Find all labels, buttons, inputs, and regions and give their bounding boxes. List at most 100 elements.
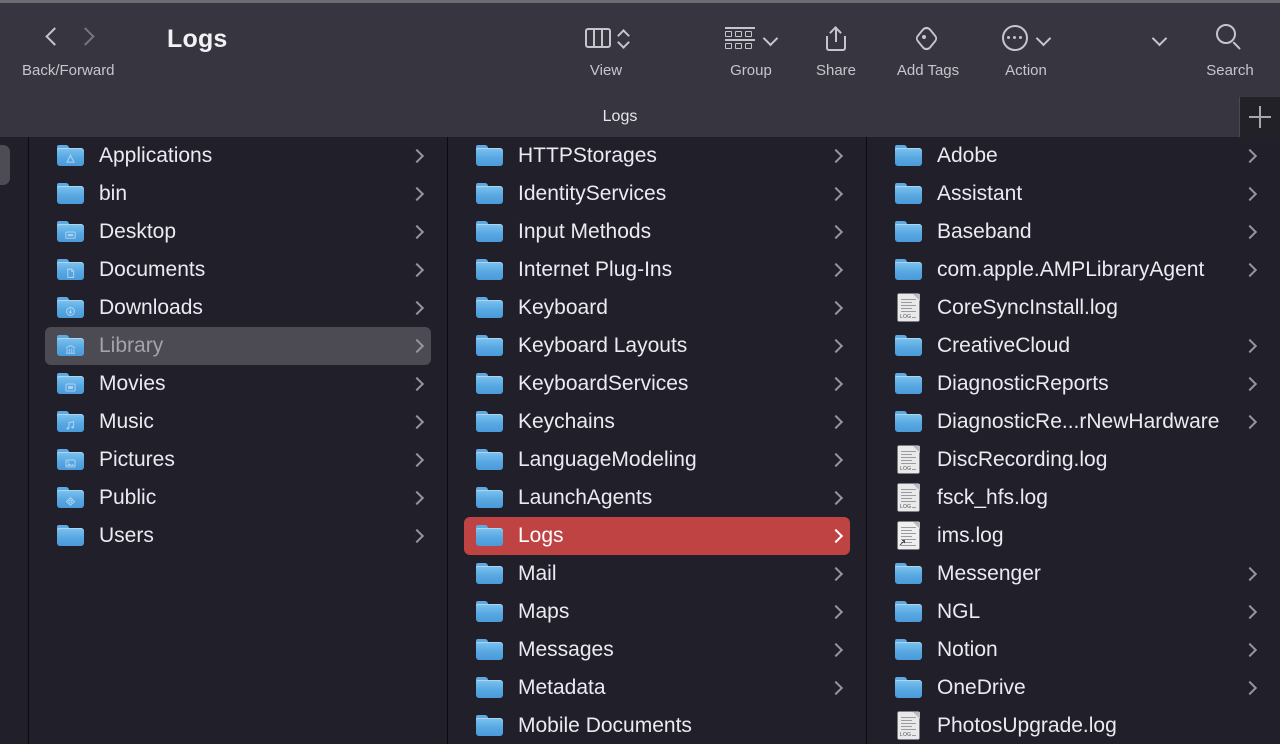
- finder-row[interactable]: LOG PhotosUpgrade.log: [883, 707, 1264, 744]
- column-view-icon: [584, 28, 611, 48]
- finder-row[interactable]: Messenger: [883, 555, 1264, 593]
- folder-icon: [57, 145, 85, 167]
- finder-row[interactable]: KeyboardServices: [464, 365, 850, 403]
- finder-row[interactable]: Maps: [464, 593, 850, 631]
- finder-row[interactable]: Pictures: [45, 441, 431, 479]
- finder-row-label: Music: [99, 410, 154, 433]
- finder-row-label: PhotosUpgrade.log: [937, 714, 1117, 737]
- folder-icon: [476, 677, 504, 699]
- chevron-right-icon: [831, 415, 840, 429]
- finder-row[interactable]: Mobile Documents: [464, 707, 850, 744]
- finder-row-label: Downloads: [99, 296, 203, 319]
- overflow-menu-button[interactable]: [1142, 15, 1178, 61]
- up-down-chevron-icon[interactable]: [619, 29, 628, 47]
- finder-row[interactable]: Library: [45, 327, 431, 365]
- share-button[interactable]: Share: [797, 15, 875, 79]
- chevron-right-icon: [1245, 377, 1254, 391]
- finder-row[interactable]: Messages: [464, 631, 850, 669]
- finder-row[interactable]: OneDrive: [883, 669, 1264, 707]
- finder-row[interactable]: Logs: [464, 517, 850, 555]
- finder-row[interactable]: Keyboard Layouts: [464, 327, 850, 365]
- group-label: Group: [730, 62, 772, 79]
- finder-row-label: Public: [99, 486, 157, 509]
- finder-row[interactable]: Public: [45, 479, 431, 517]
- finder-row[interactable]: DiagnosticReports: [883, 365, 1264, 403]
- view-button[interactable]: View: [560, 15, 652, 79]
- finder-row[interactable]: ↗ ims.log: [883, 517, 1264, 555]
- finder-column-3: Adobe Assistant Baseband com.apple.AMPLibra…: [867, 137, 1280, 744]
- finder-row[interactable]: Keyboard: [464, 289, 850, 327]
- finder-row[interactable]: IdentityServices: [464, 175, 850, 213]
- forward-icon[interactable]: [78, 27, 91, 49]
- folder-icon: [476, 525, 504, 547]
- add-tags-button[interactable]: Add Tags: [872, 15, 984, 79]
- folder-icon: [57, 221, 85, 243]
- new-tab-button[interactable]: [1240, 97, 1280, 137]
- finder-row-label: DiagnosticRe...rNewHardware: [937, 410, 1220, 433]
- chevron-right-icon: [1245, 187, 1254, 201]
- chevron-right-icon: [831, 605, 840, 619]
- chevron-right-icon: [1245, 415, 1254, 429]
- folder-icon: [476, 639, 504, 661]
- chevron-right-icon: [1245, 225, 1254, 239]
- folder-icon: [57, 297, 85, 319]
- finder-row[interactable]: Input Methods: [464, 213, 850, 251]
- finder-row[interactable]: Adobe: [883, 137, 1264, 175]
- finder-row[interactable]: Mail: [464, 555, 850, 593]
- finder-row[interactable]: LOG DiscRecording.log: [883, 441, 1264, 479]
- finder-row[interactable]: Music: [45, 403, 431, 441]
- log-file-icon: LOG: [897, 294, 921, 322]
- finder-row[interactable]: LOG CoreSyncInstall.log: [883, 289, 1264, 327]
- column-browser: Applications bin Desktop Documents Downloads…: [0, 137, 1280, 744]
- finder-column-1: Applications bin Desktop Documents Downloads…: [29, 137, 447, 744]
- folder-icon: [476, 563, 504, 585]
- search-button[interactable]: Search: [1184, 15, 1276, 79]
- chevron-down-icon[interactable]: [764, 33, 778, 43]
- chevron-right-icon: [831, 225, 840, 239]
- finder-row[interactable]: HTTPStorages: [464, 137, 850, 175]
- chevron-right-icon: [412, 415, 421, 429]
- folder-icon: [57, 259, 85, 281]
- finder-row[interactable]: LaunchAgents: [464, 479, 850, 517]
- finder-row[interactable]: Downloads: [45, 289, 431, 327]
- folder-icon: [57, 411, 85, 433]
- back-forward-control[interactable]: Back/Forward: [22, 15, 115, 79]
- tab-logs[interactable]: Logs: [0, 97, 1240, 137]
- chevron-down-icon[interactable]: [1153, 33, 1167, 43]
- finder-row[interactable]: Movies: [45, 365, 431, 403]
- finder-row[interactable]: Internet Plug-Ins: [464, 251, 850, 289]
- finder-row[interactable]: Keychains: [464, 403, 850, 441]
- folder-icon: [476, 487, 504, 509]
- finder-row[interactable]: Applications: [45, 137, 431, 175]
- action-label: Action: [1005, 62, 1047, 79]
- back-icon[interactable]: [45, 27, 58, 49]
- finder-row[interactable]: CreativeCloud: [883, 327, 1264, 365]
- chevron-down-icon[interactable]: [1037, 33, 1051, 43]
- folder-icon: [476, 601, 504, 623]
- finder-row[interactable]: Documents: [45, 251, 431, 289]
- chevron-right-icon: [412, 187, 421, 201]
- finder-row[interactable]: Notion: [883, 631, 1264, 669]
- finder-row-label: Desktop: [99, 220, 177, 243]
- folder-icon: [895, 183, 923, 205]
- finder-row[interactable]: Users: [45, 517, 431, 555]
- finder-row[interactable]: LOG fsck_hfs.log: [883, 479, 1264, 517]
- finder-row-label: KeyboardServices: [518, 372, 689, 395]
- folder-icon: [895, 601, 923, 623]
- finder-row[interactable]: Assistant: [883, 175, 1264, 213]
- finder-row[interactable]: Baseband: [883, 213, 1264, 251]
- finder-row[interactable]: NGL: [883, 593, 1264, 631]
- folder-icon: [895, 221, 923, 243]
- group-button[interactable]: Group: [706, 15, 796, 79]
- finder-row[interactable]: Desktop: [45, 213, 431, 251]
- finder-row[interactable]: DiagnosticRe...rNewHardware: [883, 403, 1264, 441]
- finder-row-label: Mail: [518, 562, 557, 585]
- tab-bar: Logs: [0, 97, 1280, 137]
- folder-icon: [476, 373, 504, 395]
- finder-row[interactable]: LanguageModeling: [464, 441, 850, 479]
- action-button[interactable]: Action: [978, 15, 1074, 79]
- finder-row[interactable]: bin: [45, 175, 431, 213]
- finder-row[interactable]: Metadata: [464, 669, 850, 707]
- finder-row[interactable]: com.apple.AMPLibraryAgent: [883, 251, 1264, 289]
- finder-row-label: HTTPStorages: [518, 144, 657, 167]
